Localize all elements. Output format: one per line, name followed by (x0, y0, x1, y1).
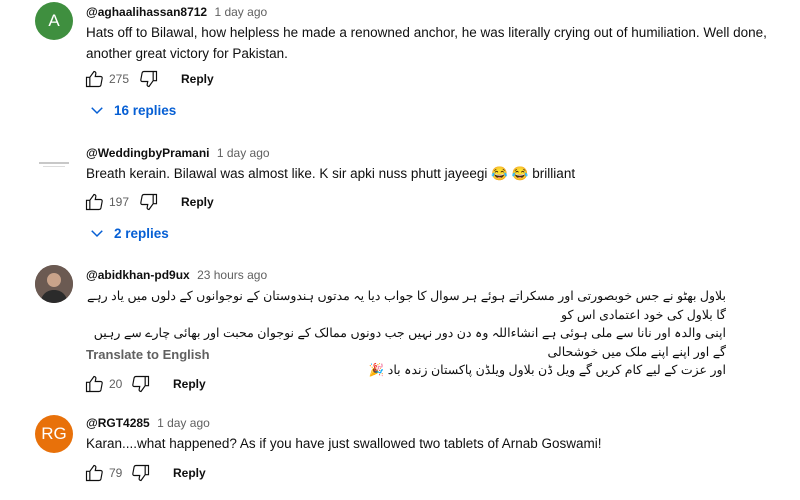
like-icon[interactable] (84, 192, 104, 212)
like-icon[interactable] (84, 374, 104, 394)
author-handle[interactable]: @WeddingbyPramani (86, 146, 210, 160)
profile-photo-icon (35, 265, 73, 303)
view-replies-button[interactable]: 16 replies (88, 101, 176, 119)
like-count: 20 (109, 377, 123, 391)
avatar[interactable]: RG (35, 415, 73, 453)
comment-text: Breath kerain. Bilawal was almost like. … (86, 166, 576, 181)
timestamp[interactable]: 1 day ago (214, 5, 267, 19)
dislike-icon[interactable] (131, 374, 151, 394)
author-handle[interactable]: @aghaalihassan8712 (86, 5, 207, 19)
chevron-down-icon (91, 230, 103, 238)
reply-button[interactable]: Reply (181, 195, 214, 209)
avatar-letter: RG (41, 424, 67, 443)
action-bar: 20 Reply (84, 373, 206, 395)
avatar[interactable] (35, 265, 73, 303)
action-bar: 79 Reply (84, 462, 206, 484)
timestamp[interactable]: 1 day ago (217, 146, 270, 160)
comment-header: @WeddingbyPramani 1 day ago (86, 146, 270, 160)
reply-button[interactable]: Reply (181, 72, 214, 86)
author-handle[interactable]: @RGT4285 (86, 416, 150, 430)
action-bar: 197 Reply (84, 191, 214, 213)
like-icon[interactable] (84, 69, 104, 89)
dislike-icon[interactable] (139, 192, 159, 212)
reply-button[interactable]: Reply (173, 377, 206, 391)
comment-header: @abidkhan-pd9ux 23 hours ago (86, 268, 267, 282)
avatar[interactable] (35, 145, 73, 183)
comment-text: Karan....what happened? As if you have j… (86, 436, 602, 451)
replies-label: 2 replies (114, 225, 169, 241)
reply-button[interactable]: Reply (173, 466, 206, 480)
comment-header: @RGT4285 1 day ago (86, 416, 210, 430)
timestamp[interactable]: 23 hours ago (197, 268, 267, 282)
like-count: 79 (109, 466, 123, 480)
timestamp[interactable]: 1 day ago (157, 416, 210, 430)
wedding-logo-icon (39, 162, 69, 167)
chevron-down-icon (91, 107, 103, 115)
comment-header: @aghaalihassan8712 1 day ago (86, 5, 267, 19)
like-count: 275 (109, 72, 130, 86)
replies-label: 16 replies (114, 102, 177, 118)
view-replies-button[interactable]: 2 replies (88, 224, 169, 242)
avatar[interactable]: A (35, 2, 73, 40)
author-handle[interactable]: @abidkhan-pd9ux (86, 268, 190, 282)
dislike-icon[interactable] (131, 463, 151, 483)
like-count: 197 (109, 195, 130, 209)
comment-text-urdu: بلاول بھٹو نے جس خوبصورتی اور مسکراتے ہو… (86, 287, 726, 380)
avatar-letter: A (48, 11, 60, 30)
dislike-icon[interactable] (139, 69, 159, 89)
like-icon[interactable] (84, 463, 104, 483)
translate-button[interactable]: Translate to English (86, 347, 210, 362)
comment-text: Hats off to Bilawal, how helpless he mad… (86, 25, 767, 61)
comment-line: بلاول بھٹو نے جس خوبصورتی اور مسکراتے ہو… (87, 289, 726, 322)
action-bar: 275 Reply (84, 68, 214, 90)
